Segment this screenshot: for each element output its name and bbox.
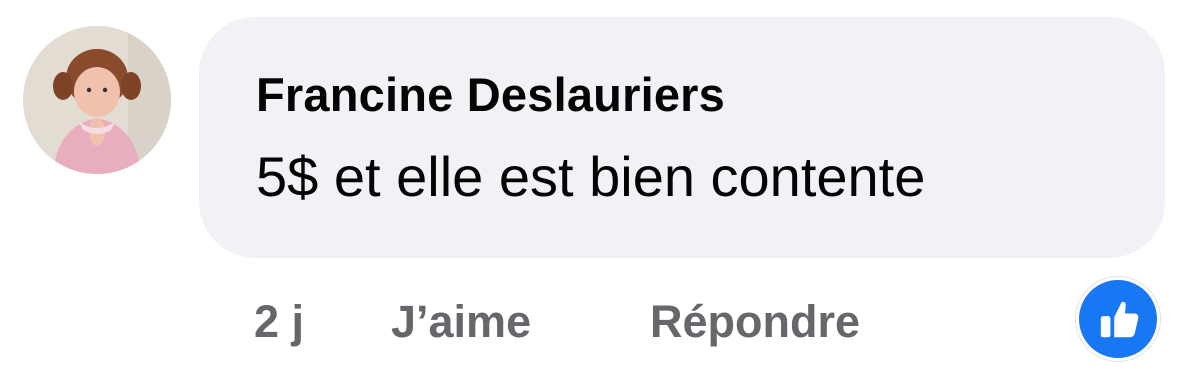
comment-bubble: Francine Deslauriers 5$ et elle est bien…: [199, 17, 1165, 258]
comment-timestamp[interactable]: 2 j: [254, 296, 304, 348]
comment-author-name[interactable]: Francine Deslauriers: [256, 67, 725, 122]
reaction-badge[interactable]: [1076, 277, 1160, 361]
like-button[interactable]: J’aime: [391, 296, 531, 348]
author-avatar[interactable]: [23, 26, 171, 174]
comment-text: 5$ et elle est bien contente: [256, 145, 926, 208]
comment: Francine Deslauriers 5$ et elle est bien…: [0, 0, 1200, 377]
reply-button[interactable]: Répondre: [650, 296, 860, 348]
thumbs-up-icon: [1100, 301, 1139, 338]
avatar-photo: [23, 26, 171, 174]
